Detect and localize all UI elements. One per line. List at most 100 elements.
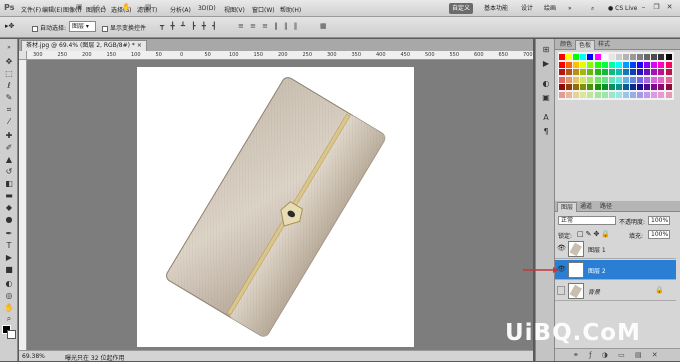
canvas-area[interactable] — [27, 60, 533, 350]
tab-color[interactable]: 颜色 — [557, 40, 575, 50]
auto-select-dropdown[interactable]: 图层 ▾ — [69, 21, 96, 32]
color-swatch[interactable] — [630, 84, 636, 91]
color-swatch[interactable] — [651, 84, 658, 91]
document-canvas[interactable] — [137, 67, 414, 347]
color-swatch[interactable] — [559, 76, 565, 83]
history-brush-tool-icon[interactable]: ↺ — [3, 167, 15, 177]
color-swatch[interactable] — [651, 69, 658, 76]
color-swatch[interactable] — [566, 54, 573, 60]
color-swatch[interactable] — [637, 76, 644, 83]
hand-icon[interactable]: ✋ — [122, 3, 131, 13]
color-swatch[interactable] — [587, 92, 594, 98]
color-swatch[interactable] — [615, 61, 622, 68]
swatches-grid[interactable] — [558, 52, 674, 100]
color-swatch[interactable] — [665, 92, 672, 98]
color-swatch[interactable] — [622, 69, 629, 76]
color-swatch[interactable] — [601, 76, 608, 83]
tab-channels[interactable]: 通道 — [577, 202, 595, 212]
color-swatch[interactable] — [665, 76, 672, 83]
menu-window[interactable]: 窗口(W) — [252, 5, 275, 14]
lasso-tool-icon[interactable]: ℓ — [3, 81, 15, 91]
color-swatch[interactable] — [594, 76, 601, 83]
eyedropper-tool-icon[interactable]: ⁄ — [3, 117, 15, 127]
adjustments-panel-icon[interactable]: ◐ — [540, 79, 552, 89]
workspace-more-icon[interactable]: » — [565, 3, 575, 14]
color-swatch[interactable] — [608, 84, 615, 91]
color-swatch[interactable] — [651, 61, 658, 68]
masks-panel-icon[interactable]: ▣ — [540, 93, 552, 103]
tab-layers[interactable]: 图层 — [557, 202, 578, 212]
layer-row-background[interactable]: 背景 🔒 — [555, 281, 676, 301]
search-icon[interactable]: ⌕ — [588, 3, 597, 14]
clone-stamp-tool-icon[interactable]: ▲ — [3, 155, 15, 165]
color-swatch[interactable] — [566, 76, 573, 83]
workspace-essentials-button[interactable]: 基本功能 — [481, 3, 511, 14]
tab-swatches[interactable]: 色板 — [575, 40, 596, 50]
color-swatch[interactable] — [622, 61, 629, 68]
show-transform-checkbox[interactable]: 显示变换控件 — [102, 23, 146, 32]
move-tool-preset-icon[interactable]: ▸✥ — [5, 22, 14, 30]
color-swatch[interactable] — [573, 84, 580, 91]
show-transform-check-box[interactable] — [102, 25, 108, 32]
color-swatch[interactable] — [608, 76, 615, 83]
character-panel-icon[interactable]: A — [540, 113, 552, 123]
menu-view[interactable]: 视图(V) — [224, 5, 245, 14]
color-swatch[interactable] — [637, 69, 644, 76]
color-swatch[interactable] — [559, 92, 565, 98]
align-buttons-icon[interactable]: ┳ ╋ ┻ ┣ ╋ ┫ — [160, 22, 218, 30]
color-swatch[interactable] — [608, 61, 615, 68]
color-swatch[interactable] — [658, 54, 665, 60]
color-swatch[interactable] — [601, 69, 608, 76]
path-selection-tool-icon[interactable]: ▶ — [3, 253, 15, 263]
color-swatch[interactable] — [566, 84, 573, 91]
color-swatch[interactable] — [630, 76, 636, 83]
workspace-design-button[interactable]: 设计 — [518, 3, 536, 14]
color-swatch[interactable] — [644, 69, 651, 76]
restore-icon[interactable]: ❐ — [652, 3, 661, 12]
menu-help[interactable]: 帮助(H) — [280, 5, 301, 14]
color-swatch[interactable] — [601, 61, 608, 68]
color-swatch[interactable] — [615, 76, 622, 83]
layer-name[interactable]: 背景 — [588, 287, 600, 296]
close-icon[interactable]: ✕ — [665, 3, 674, 12]
color-swatch[interactable] — [665, 54, 672, 60]
crop-tool-icon[interactable]: ⌗ — [3, 105, 15, 115]
toolbox-collapse-icon[interactable]: » — [3, 43, 15, 53]
vertical-ruler[interactable] — [19, 60, 27, 350]
color-swatch[interactable] — [601, 54, 608, 60]
bridge-icon[interactable]: ▣ — [76, 3, 83, 13]
quick-select-tool-icon[interactable]: ✎ — [3, 93, 15, 103]
blend-mode-select[interactable]: 正常 — [558, 216, 616, 225]
actions-panel-icon[interactable]: ▶ — [540, 59, 552, 69]
color-swatch[interactable] — [601, 84, 608, 91]
color-swatch[interactable] — [608, 92, 615, 98]
color-swatch[interactable] — [594, 54, 601, 60]
color-swatch[interactable] — [573, 61, 580, 68]
color-swatch[interactable] — [601, 92, 608, 98]
move-tool-icon[interactable]: ✥ — [3, 57, 15, 67]
eraser-tool-icon[interactable]: ◧ — [3, 179, 15, 189]
color-swatch[interactable] — [573, 76, 580, 83]
color-swatch[interactable] — [594, 69, 601, 76]
color-swatch[interactable] — [622, 84, 629, 91]
color-swatch[interactable] — [580, 84, 587, 91]
workspace-custom-button[interactable]: 自定义 — [449, 3, 474, 14]
color-swatch[interactable] — [587, 69, 594, 76]
color-swatch[interactable] — [622, 54, 629, 60]
color-swatch[interactable] — [651, 92, 658, 98]
layer-name[interactable]: 图层 2 — [588, 266, 606, 275]
close-tab-icon[interactable]: × — [137, 42, 142, 49]
color-swatch[interactable] — [573, 54, 580, 60]
tab-paths[interactable]: 路径 — [597, 202, 615, 212]
3d-orbit-tool-icon[interactable]: ◎ — [3, 291, 15, 301]
zoom-level-display[interactable]: 66.4 — [92, 5, 105, 15]
color-swatch[interactable] — [637, 84, 644, 91]
color-swatch[interactable] — [587, 84, 594, 91]
dodge-tool-icon[interactable]: ● — [3, 215, 15, 225]
color-swatch[interactable] — [566, 69, 573, 76]
layers-panel-footer-icons[interactable]: ⚭ ƒ ◑ ▭ ▤ ✕ — [555, 348, 680, 361]
workspace-painting-button[interactable]: 绘画 — [541, 3, 559, 14]
menu-edit[interactable]: 编辑(E) — [42, 5, 62, 14]
visibility-eye-icon[interactable]: 👁 — [557, 245, 566, 252]
color-swatch[interactable] — [630, 54, 636, 60]
